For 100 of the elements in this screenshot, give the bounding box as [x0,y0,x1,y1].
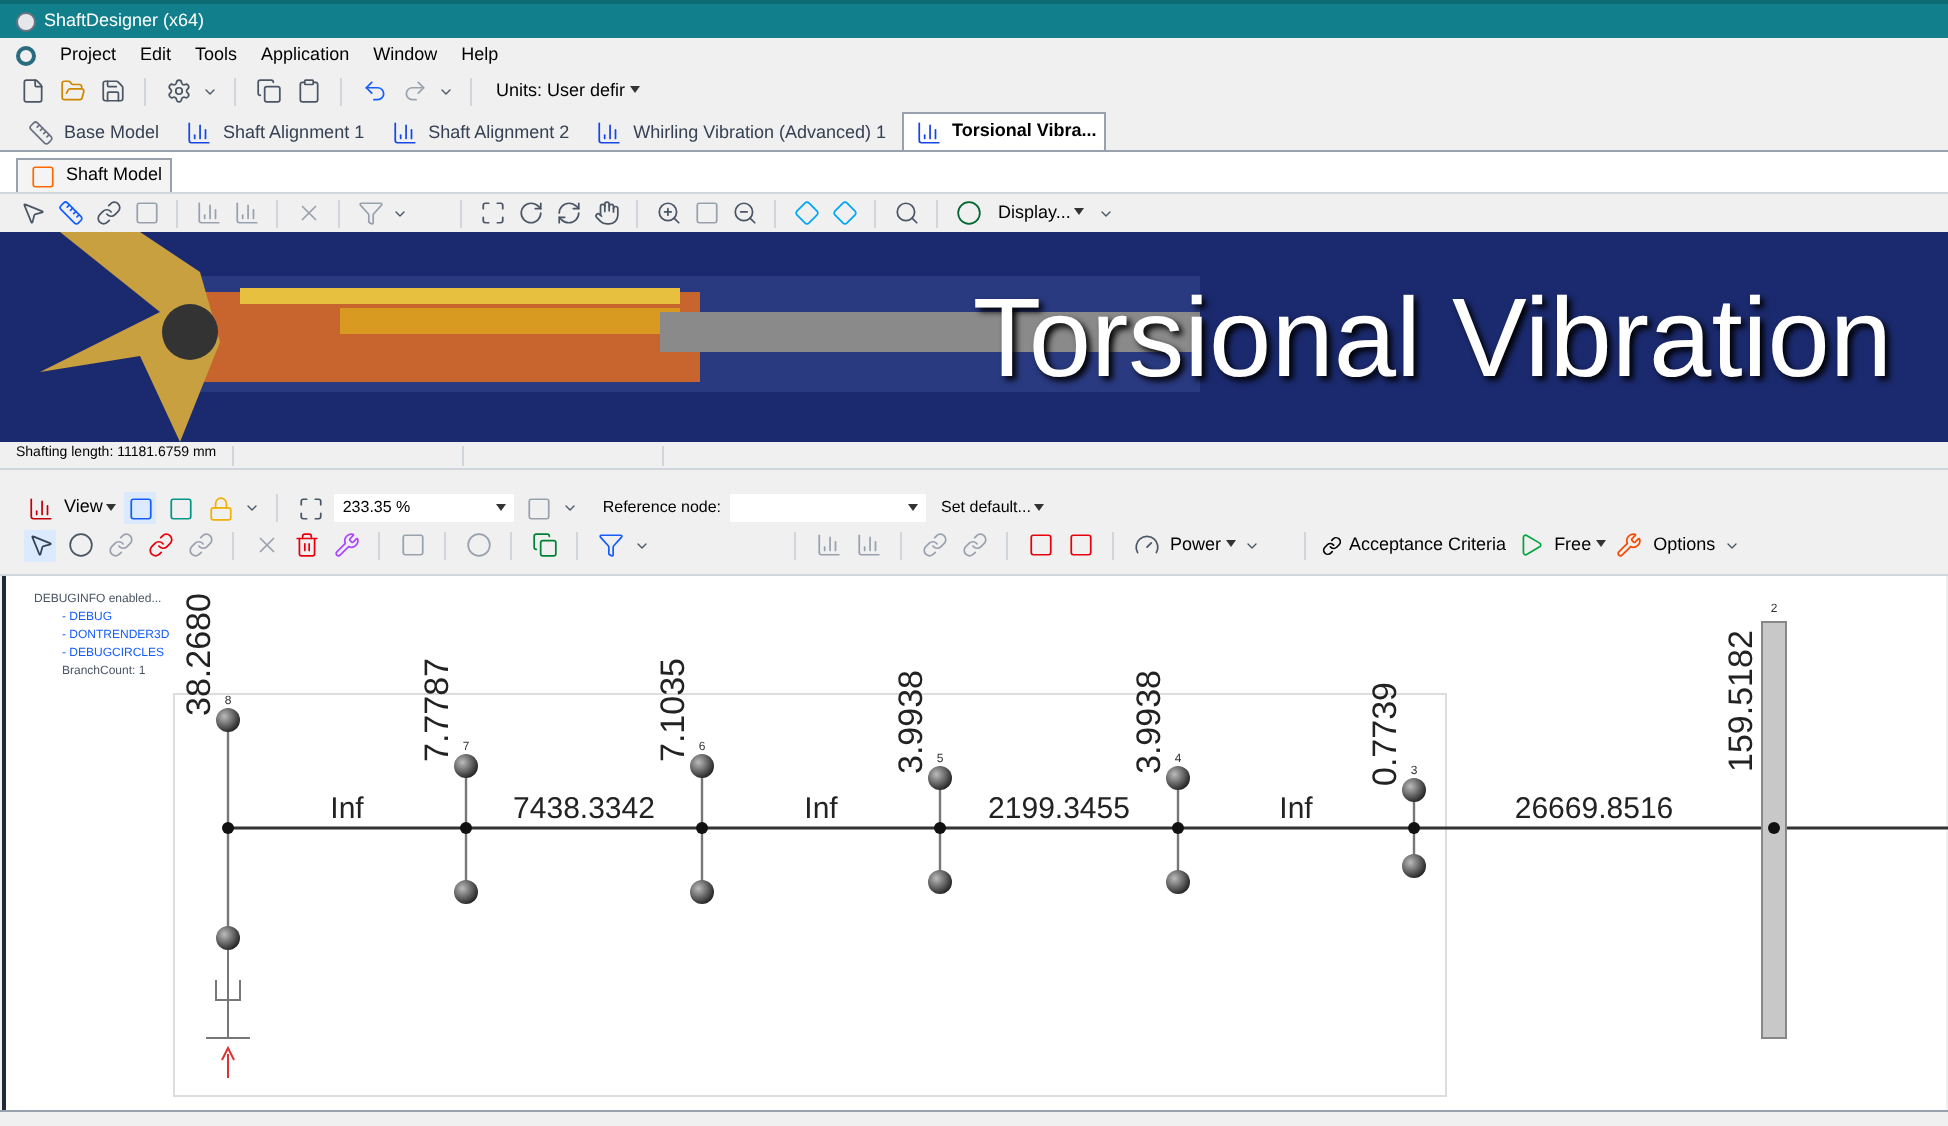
menu-item[interactable]: Project [60,41,117,69]
menu-item[interactable]: Window [373,41,438,69]
document-tab[interactable]: Torsional Vibra... [902,112,1107,150]
model-tab[interactable]: Shaft Model [16,158,173,192]
mass-ball [216,708,240,732]
node-point [1408,822,1420,834]
inertia-value: 0.7739 [1366,682,1404,786]
inertia-value: 7.7787 [418,658,456,762]
filter-icon[interactable] [594,529,626,561]
node-icon[interactable] [64,529,96,561]
stiffness-value: 7438.3342 [513,792,655,826]
dropdown-caret-icon [1034,503,1045,512]
stiffness-value: Inf [804,792,838,826]
document-tab[interactable]: Shaft Alignment 1 [175,116,373,150]
mass-ball [1402,854,1426,878]
inertia-value: 7.1035 [654,658,692,762]
mass-ball [690,754,714,778]
panel-icon[interactable] [124,492,157,524]
pointer-icon[interactable] [24,529,56,561]
menu-item[interactable]: Tools [195,41,238,69]
link-icon [1321,535,1342,555]
mass-ball [1166,870,1190,894]
fit-icon[interactable] [294,492,327,524]
units-dropdown[interactable]: Units: User defir [488,77,648,105]
search-icon[interactable] [890,197,922,229]
mass-ball [454,880,478,904]
mass-ball [1402,778,1426,802]
dropdown-caret-icon [629,86,640,95]
diamond-icon[interactable] [828,197,860,229]
menu-item[interactable]: Help [461,41,499,69]
node-point [222,822,234,834]
mass-ball [1166,766,1190,790]
menu-item[interactable]: Application [261,41,350,69]
duplicate-icon[interactable] [528,529,560,561]
sphere-icon[interactable] [952,197,984,229]
document-tab[interactable]: Shaft Alignment 2 [380,116,578,150]
acceptance-criteria-button[interactable]: Acceptance Criteria [1321,531,1507,559]
stiffness-value: Inf [330,792,364,826]
app-logo-icon [16,45,36,65]
pan-icon[interactable] [590,197,622,229]
stiffness-value: 2199.3455 [988,792,1130,826]
stiffness-value: 26669.8516 [1514,792,1674,826]
ruler-icon[interactable] [24,117,56,149]
dropdown-caret-icon [1074,208,1085,217]
mass-ball [690,880,714,904]
tools-icon[interactable] [1613,529,1646,561]
dropdown-caret-icon [1595,540,1606,549]
excitation-arrow [221,1045,235,1079]
zoom-combo[interactable]: 233.35 % [334,494,515,522]
chart-icon[interactable] [388,117,421,149]
remove-icon[interactable] [290,529,322,561]
connect-icon[interactable] [144,529,176,561]
ground-support-drawing [205,949,251,1039]
stiffness-value: Inf [1279,792,1313,826]
inertia-value: 3.9938 [1130,670,1168,774]
display-dropdown[interactable]: Display... [990,199,1093,227]
node-point [934,822,946,834]
reference-node-field[interactable] [729,494,926,522]
chart-icon[interactable] [183,117,216,149]
window-title: ShaftDesigner (x64) [44,7,205,34]
copy-icon[interactable] [252,75,284,107]
dropdown-caret-icon [907,504,918,512]
options-button[interactable]: Options [1653,531,1716,559]
menu-item[interactable]: Edit [140,41,172,69]
inertia-value: 3.9938 [892,670,930,774]
power-dropdown[interactable]: Power [1170,531,1236,559]
save-icon[interactable] [96,75,128,107]
node-point [696,822,708,834]
view-dropdown[interactable]: View [64,494,117,522]
chart-icon[interactable] [593,117,626,149]
zoom-out-icon[interactable] [728,197,760,229]
node-point [1768,822,1780,834]
inertia-value: 38.2680 [180,593,218,716]
reference-node-label: Reference node: [602,496,722,520]
orbit-icon[interactable] [552,197,584,229]
document-tab[interactable]: Base Model [16,116,168,150]
banner-title: Torsional Vibration [972,281,1892,393]
zoom-in-icon[interactable] [652,197,684,229]
inertia-value: 159.5182 [1722,630,1760,772]
app-icon [16,11,36,31]
dropdown-caret-icon [1225,540,1236,549]
panel-icon[interactable] [164,492,197,524]
mass-ball [928,766,952,790]
diamond-icon[interactable] [790,197,822,229]
node-point [1172,822,1184,834]
dropdown-caret-icon [106,503,117,512]
rotate-icon[interactable] [514,197,546,229]
measure-icon[interactable] [54,197,86,229]
properties-icon[interactable] [162,75,194,107]
mass-ball [216,926,240,950]
set-default-dropdown[interactable]: Set default... [941,496,1045,520]
chart-icon[interactable] [912,116,945,148]
fit-view-icon[interactable] [476,197,508,229]
document-tab[interactable]: Whirling Vibration (Advanced) 1 [585,116,895,150]
chart-icon[interactable] [24,492,56,524]
dropdown-caret-icon [496,504,507,512]
mass-ball [454,754,478,778]
free-dropdown[interactable]: Free [1554,531,1606,559]
link-icon[interactable] [92,197,124,229]
node-point [460,822,472,834]
